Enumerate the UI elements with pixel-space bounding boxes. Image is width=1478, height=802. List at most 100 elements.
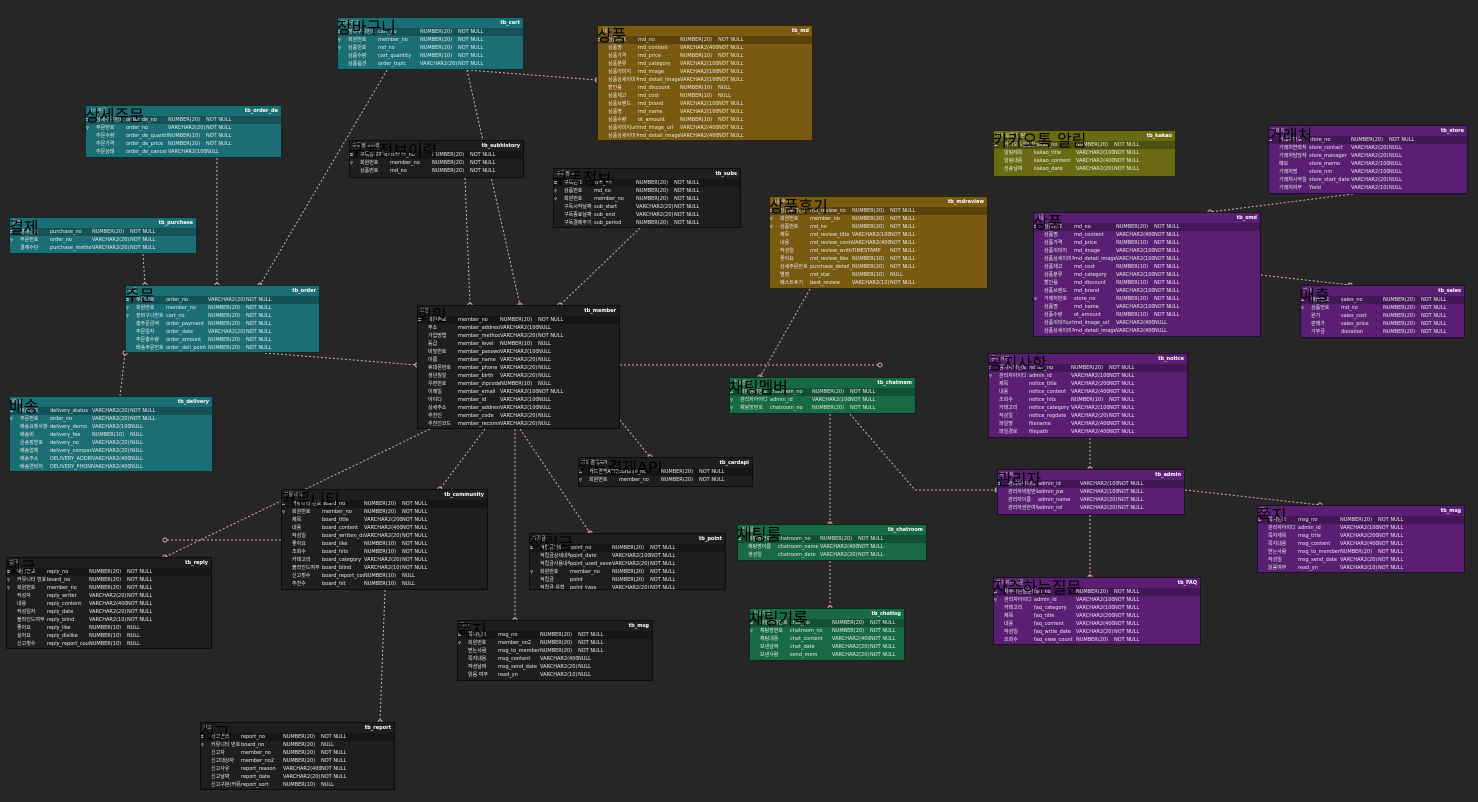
column-null: NULL	[538, 397, 551, 403]
column-row: ⚲ 상품번호 md_no NUMBER(20) NOT NULL	[338, 44, 523, 52]
column-spacer	[998, 496, 1008, 504]
column-physical: point_used_saved	[570, 561, 612, 567]
column-spacer	[7, 640, 17, 648]
column-physical: reply_date	[47, 609, 74, 615]
column-logical: 상품번호	[780, 224, 799, 230]
column-spacer	[282, 548, 292, 556]
column-spacer	[1034, 239, 1044, 247]
column-type: VARCHAR2(400)	[832, 636, 870, 642]
column-physical: md_name	[1074, 304, 1099, 310]
column-physical: md_review_written_date	[810, 248, 852, 254]
column-row: 기부금 donation NUMBER(20) NOT NULL	[1301, 328, 1464, 336]
column-logical: 총주문금액	[136, 321, 160, 327]
foreign-key-icon: ⚲	[554, 196, 557, 201]
table-title: 신고	[200, 723, 230, 742]
column-spacer	[126, 336, 136, 344]
relation-line	[119, 352, 126, 397]
column-null: NULL	[127, 641, 140, 647]
column-type: NUMBER(20)	[540, 648, 573, 654]
column-type: NUMBER(20)	[420, 45, 453, 51]
column-spacer	[994, 636, 1004, 644]
column-null: NOT NULL	[718, 61, 744, 67]
column-physical: DELIVERY_ADDRESS	[50, 456, 92, 462]
column-null: NOT NULL	[1109, 397, 1135, 403]
column-logical: 받는사람	[468, 648, 487, 654]
table-title: 상품	[597, 26, 627, 45]
column-spacer	[1269, 176, 1279, 184]
column-logical: 작성일	[999, 413, 1013, 419]
column-null: NOT NULL	[1154, 240, 1180, 246]
column-spacer	[126, 320, 136, 328]
column-logical: 추천수	[292, 581, 306, 587]
column-row: 작성자 reply_writer VARCHAR2(20) NOT NULL	[7, 592, 211, 600]
column-type: VARCHAR2(400)	[680, 133, 718, 139]
column-null: NULL	[538, 373, 551, 379]
column-spacer	[418, 348, 428, 356]
column-logical: 상품이미지	[1044, 248, 1068, 254]
column-type: NUMBER(20)	[1340, 549, 1373, 555]
column-physical: board_blind	[322, 565, 352, 571]
column-physical: member_email	[458, 389, 496, 395]
column-logical: 생성일	[748, 552, 762, 558]
column-null: NOT NULL	[1114, 166, 1140, 172]
table-title: 배송	[9, 397, 39, 416]
column-spacer	[282, 572, 292, 580]
column-physical: store_memo	[1309, 161, 1341, 167]
column-null: NOT NULL	[1109, 389, 1135, 395]
column-spacer	[1034, 311, 1044, 319]
column-type: NUMBER(20)	[636, 196, 669, 202]
column-type: VARCHAR2(100)	[1116, 248, 1154, 254]
column-type: NUMBER(10)	[283, 782, 316, 788]
column-logical: 운송장번호	[20, 440, 44, 446]
column-physical: md_image	[1074, 248, 1101, 254]
column-row: 적립금 point NUMBER(20) NOT NULL	[530, 576, 725, 584]
column-null: NOT NULL	[127, 585, 153, 591]
column-physical: delivery_no	[50, 440, 79, 446]
column-physical: md_category	[1074, 272, 1107, 278]
column-spacer	[282, 580, 292, 588]
column-spacer	[458, 655, 468, 663]
column-type: NUMBER(10)	[89, 625, 122, 631]
column-type: VARCHAR2(20)	[1080, 505, 1118, 511]
column-type: NUMBER(10)	[1116, 280, 1149, 286]
column-spacer	[201, 765, 211, 773]
column-type: VARCHAR2(400)	[92, 464, 130, 470]
column-spacer	[598, 132, 608, 140]
column-type: NUMBER(10)	[364, 581, 397, 587]
column-type: NUMBER(20)	[1383, 313, 1416, 319]
column-type: VARCHAR2(100)	[500, 389, 538, 395]
column-spacer	[282, 556, 292, 564]
relation-line	[142, 253, 146, 286]
column-physical: point	[570, 577, 583, 583]
column-physical: delivery_company	[50, 448, 92, 454]
column-null: NOT NULL	[650, 569, 676, 575]
column-logical: 보낸날짜	[760, 644, 779, 650]
column-logical: 읽음 여부	[468, 672, 488, 678]
column-spacer	[418, 380, 428, 388]
column-null: NOT NULL	[458, 45, 484, 51]
column-logical: 생년월일	[428, 373, 447, 379]
column-row: 메모 store_memo VARCHAR2(100) NULL	[1269, 160, 1467, 168]
column-physical: md_brand	[1074, 288, 1100, 294]
column-row: 운송장번호 delivery_no VARCHAR2(20) NULL	[10, 439, 212, 447]
column-physical: notice_category	[1029, 405, 1069, 411]
column-logical: 배송업체	[20, 448, 39, 454]
column-spacer	[1258, 540, 1268, 548]
column-type: NUMBER(20)	[1116, 296, 1149, 302]
column-null: NOT NULL	[890, 256, 916, 262]
column-type: VARCHAR2(20)	[1076, 629, 1114, 635]
column-logical: 배송요청사항	[20, 424, 48, 430]
column-logical: 알림내용	[1004, 158, 1023, 164]
column-logical: 작성일	[292, 533, 306, 539]
column-null: NOT NULL	[718, 69, 744, 75]
column-logical: 구독시작날짜	[564, 204, 592, 210]
column-logical: 내용	[292, 525, 302, 531]
column-type: VARCHAR2(20)	[500, 365, 538, 371]
column-logical: 조회수	[999, 397, 1013, 403]
column-logical: 관리자이름	[1008, 497, 1032, 503]
column-null: NOT NULL	[402, 557, 428, 563]
column-null: NULL	[130, 448, 143, 454]
column-row: 상품브랜드 md_brand VARCHAR2(100) NOT NULL	[1034, 287, 1260, 295]
column-row: 상세주문번호purchase_detail_noNUMBER(20) NOT NU…	[770, 263, 987, 271]
column-type: VARCHAR2(100)	[1071, 405, 1109, 411]
